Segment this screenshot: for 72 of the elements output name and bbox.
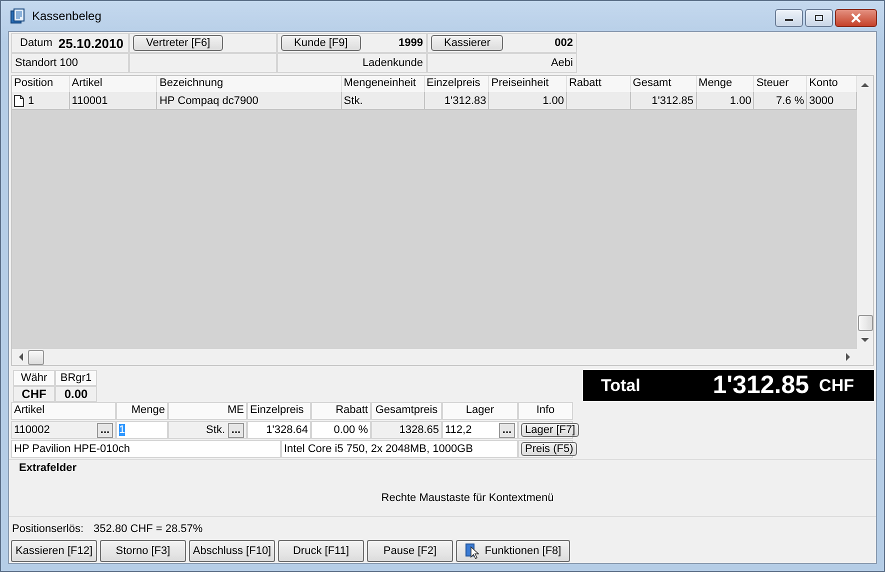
customer-name: Ladenkunde xyxy=(362,57,423,69)
location-label: Standort 100 xyxy=(15,57,78,69)
status-label: Positionserlös: xyxy=(12,523,84,535)
browse-button[interactable]: ... xyxy=(499,422,515,438)
total-price-value: 1328.65 xyxy=(399,424,439,436)
unit-field[interactable]: Stk. xyxy=(206,424,225,436)
horizontal-scrollbar[interactable] xyxy=(12,349,857,365)
kunde-button[interactable]: Kunde [F9] xyxy=(281,35,361,51)
column-header: Menge xyxy=(116,402,168,420)
date-label: Datum xyxy=(20,37,52,49)
down-arrow-icon[interactable] xyxy=(861,337,869,343)
left-arrow-icon[interactable] xyxy=(18,353,24,361)
lager-button[interactable]: Lager [F7] xyxy=(521,423,580,437)
action-button[interactable]: Funktionen [F8] xyxy=(456,540,570,562)
table-cell: 1'312.85 xyxy=(652,94,694,106)
action-button[interactable]: Storno [F3] xyxy=(100,540,186,562)
action-button[interactable]: Pause [F2] xyxy=(367,540,453,562)
cashier-name: Aebi xyxy=(550,57,573,69)
column-header: Rabatt xyxy=(311,402,371,420)
cursor-icon xyxy=(464,543,479,559)
maximize-button[interactable] xyxy=(805,9,833,27)
scroll-thumb[interactable] xyxy=(858,315,872,331)
column-header: Info xyxy=(518,402,573,420)
table-cell: 3000 xyxy=(809,94,834,106)
vertical-scrollbar[interactable] xyxy=(857,76,873,365)
cashier-number: 002 xyxy=(554,37,573,49)
browse-button[interactable]: ... xyxy=(97,422,113,438)
currency-value: CHF xyxy=(13,386,55,402)
column-header: Artikel xyxy=(11,402,116,420)
table-cell: HP Compaq dc7900 xyxy=(159,94,258,106)
maximize-icon xyxy=(814,14,824,22)
action-button[interactable]: Kassieren [F12] xyxy=(11,540,97,562)
table-cell: 1'312.83 xyxy=(444,94,486,106)
table-cell: 1 xyxy=(28,94,34,106)
currency-value: 0.00 xyxy=(55,386,97,402)
window-title: Kassenbeleg xyxy=(32,9,102,23)
up-arrow-icon[interactable] xyxy=(861,82,869,88)
section-title: Extrafelder xyxy=(18,461,78,476)
action-button[interactable]: Abschluss [F10] xyxy=(189,540,275,562)
minimize-button[interactable] xyxy=(775,9,803,27)
customer-number: 1999 xyxy=(398,37,423,49)
document-icon xyxy=(10,8,26,24)
kassierer-button[interactable]: Kassierer xyxy=(431,35,504,51)
right-arrow-icon[interactable] xyxy=(845,353,851,361)
context-menu-hint: Rechte Maustaste für Kontextmenü xyxy=(381,492,554,504)
table-cell: 7.6 % xyxy=(776,94,804,106)
action-button[interactable]: Druck [F11] xyxy=(278,540,364,562)
total-label: Total xyxy=(601,376,640,396)
article-field[interactable]: 110002 xyxy=(14,424,94,436)
total-currency: CHF xyxy=(819,376,854,396)
table-cell: 1.00 xyxy=(730,94,752,106)
currency-header: Währ xyxy=(13,370,55,386)
document-icon xyxy=(14,94,24,106)
table-cell: 1.00 xyxy=(542,94,564,106)
status-value: 352.80 CHF = 28.57% xyxy=(94,523,203,535)
browse-button[interactable]: ... xyxy=(228,422,244,438)
table-row[interactable]: 1 110001 HP Compaq dc7900 Stk. 1'312.83 1.00 1'312.85 1.00 7.6 % 3000 xyxy=(12,92,857,110)
table-cell: 110001 xyxy=(72,94,108,106)
preis-button[interactable]: Preis (F5) xyxy=(521,442,578,456)
table-cell: Stk. xyxy=(344,94,363,106)
stock-field[interactable]: 112,2 xyxy=(445,424,496,436)
column-header: ME xyxy=(168,402,247,420)
currency-header: BRgr1 xyxy=(55,370,97,386)
close-button[interactable] xyxy=(835,9,877,27)
column-header: Einzelpreis xyxy=(247,402,311,420)
total-amount: 1'312.85 xyxy=(712,371,810,400)
vertreter-button[interactable]: Vertreter [F6] xyxy=(133,35,224,51)
scroll-thumb[interactable] xyxy=(28,350,44,364)
close-icon xyxy=(850,13,862,23)
column-header: Gesamtpreis xyxy=(371,402,442,420)
column-header: Lager xyxy=(442,402,518,420)
date-value: 25.10.2010 xyxy=(58,36,124,50)
